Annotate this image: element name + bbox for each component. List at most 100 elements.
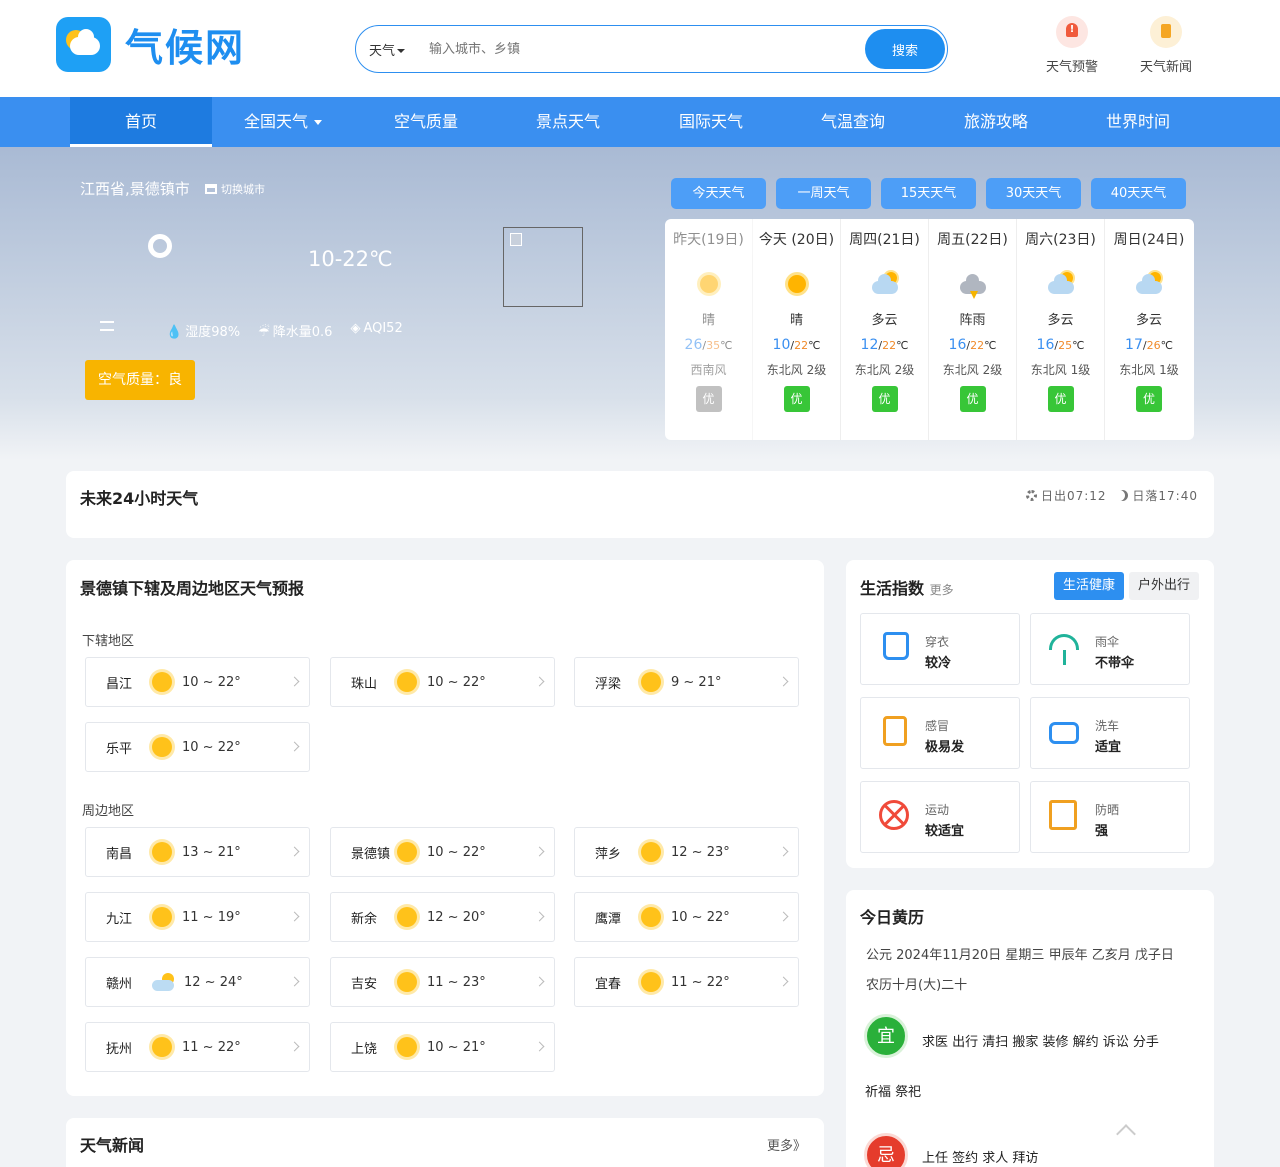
town-temp: 12 ~ 24°: [184, 974, 243, 990]
chevron-right-icon: [289, 976, 300, 987]
sunny-icon: [641, 842, 661, 862]
town-card[interactable]: 鹰潭 10 ~ 22°: [574, 892, 799, 942]
chevron-right-icon: [534, 976, 545, 987]
tab-week[interactable]: 一周天气: [776, 178, 871, 209]
nav-international-weather[interactable]: 国际天气: [640, 97, 782, 147]
chevron-down-icon: [314, 120, 322, 125]
town-card[interactable]: 昌江 10 ~ 22°: [85, 657, 310, 707]
regional-title: 景德镇下辖及周边地区天气预报: [80, 579, 305, 598]
town-card[interactable]: 吉安 11 ~ 23°: [330, 957, 555, 1007]
nav-temperature-query[interactable]: 气温查询: [782, 97, 924, 147]
life-card-sunscreen[interactable]: 防晒强: [1030, 781, 1190, 853]
town-card[interactable]: 乐平 10 ~ 22°: [85, 722, 310, 772]
cold-medicine-icon: [883, 716, 907, 746]
building-icon: [205, 184, 217, 194]
town-card[interactable]: 珠山 10 ~ 22°: [330, 657, 555, 707]
life-card-cold[interactable]: 感冒 极易发: [860, 697, 1020, 769]
town-temp: 10 ~ 22°: [182, 739, 241, 755]
chevron-right-icon: [778, 676, 789, 687]
forecast-day[interactable]: 周六(23日) 多云 16/25℃ 东北风 1级优: [1017, 219, 1105, 440]
forecast-day[interactable]: 周日(24日) 多云 17/26℃ 东北风 1级优: [1105, 219, 1193, 440]
cloudy-icon: [870, 269, 900, 299]
forecast-wind: 东北风 2级: [854, 363, 915, 377]
cloudy-icon: [1046, 269, 1076, 299]
forecast-aqi-badge: 优: [783, 386, 810, 412]
sunny-icon: [641, 972, 661, 992]
search-type-dropdown[interactable]: 天气: [369, 40, 429, 59]
town-temp: 10 ~ 22°: [182, 674, 241, 690]
town-card[interactable]: 萍乡 12 ~ 23°: [574, 827, 799, 877]
main-nav: 首页 全国天气 空气质量 景点天气 国际天气 气温查询 旅游攻略 世界时间: [0, 97, 1280, 147]
town-temp: 11 ~ 22°: [182, 1039, 241, 1055]
town-card[interactable]: 赣州 12 ~ 24°: [85, 957, 310, 1007]
nav-national-weather[interactable]: 全国天气: [212, 97, 354, 147]
town-card[interactable]: 新余 12 ~ 20°: [330, 892, 555, 942]
life-card-car-wash[interactable]: 洗车 适宜: [1030, 697, 1190, 769]
forecast-day[interactable]: 今天 (20日) 晴 10/22℃ 东北风 2级优: [753, 219, 841, 440]
life-index-panel: 生活指数 更多 生活健康 户外出行 穿衣 较冷 雨伞 不带伞 感冒 极易发 洗车 适宜 …: [846, 560, 1214, 868]
search-button[interactable]: 搜索: [865, 29, 945, 69]
forecast-day[interactable]: 周四(21日) 多云 12/22℃ 东北风 2级优: [841, 219, 929, 440]
forecast-temp: 10/22℃: [772, 337, 821, 353]
sunny-icon: [782, 269, 812, 299]
tab-30-days[interactable]: 30天天气: [986, 178, 1081, 209]
forecast-range-tabs: 今天天气 一周天气 15天天气 30天天气 40天天气: [671, 178, 1196, 209]
town-card[interactable]: 上饶 10 ~ 21°: [330, 1022, 555, 1072]
town-temp: 10 ~ 22°: [427, 844, 486, 860]
town-temp: 13 ~ 21°: [182, 844, 241, 860]
forecast-day-label: 今天 (20日): [758, 232, 835, 248]
life-card-umbrella[interactable]: 雨伞 不带伞: [1030, 613, 1190, 685]
forecast-day[interactable]: 周五(22日) 阵雨 16/22℃ 东北风 2级优: [929, 219, 1017, 440]
weather-alert-link[interactable]: 天气预警: [1037, 16, 1107, 75]
forecast-day[interactable]: 昨天(19日) 晴 26/35℃ 西南风优: [665, 219, 753, 440]
chevron-right-icon: [778, 911, 789, 922]
chevron-right-icon: [289, 1041, 300, 1052]
nav-air-quality[interactable]: 空气质量: [355, 97, 497, 147]
daily-forecast: 昨天(19日) 晴 26/35℃ 西南风优 今天 (20日) 晴 10/22℃ 东北风 2级优…: [665, 219, 1194, 440]
town-card[interactable]: 宜春 11 ~ 22°: [574, 957, 799, 1007]
switch-city-link[interactable]: 切换城市: [205, 181, 265, 197]
tab-today[interactable]: 今天天气: [671, 178, 766, 209]
town-temp: 10 ~ 21°: [427, 1039, 486, 1055]
town-temp: 12 ~ 23°: [671, 844, 730, 860]
town-name: 上饶: [351, 1041, 378, 1057]
forecast-condition: 多云: [1047, 313, 1074, 328]
nav-scenic-weather[interactable]: 景点天气: [497, 97, 639, 147]
town-card[interactable]: 抚州 11 ~ 22°: [85, 1022, 310, 1072]
sun-times: 日出07:12 日落17:40: [1025, 487, 1198, 504]
sunrise-time: 日出07:12: [1040, 489, 1107, 503]
forecast-temp: 12/22℃: [860, 337, 909, 353]
tab-15-days[interactable]: 15天天气: [881, 178, 976, 209]
aqi-value: AQI52: [363, 321, 403, 336]
sunny-icon: [397, 907, 417, 927]
forecast-wind: 东北风 1级: [1119, 363, 1179, 377]
weather-news-link[interactable]: 天气新闻: [1131, 16, 1201, 75]
solar-date: 公元 2024年11月20日 星期三 甲辰年 乙亥月 戊子日: [866, 948, 1174, 963]
life-more-link[interactable]: 更多: [930, 583, 954, 597]
air-quality-button[interactable]: 空气质量：良: [85, 360, 195, 400]
search-input[interactable]: [429, 41, 849, 57]
town-temp: 12 ~ 20°: [427, 909, 486, 925]
town-card[interactable]: 九江 11 ~ 19°: [85, 892, 310, 942]
town-card[interactable]: 浮梁 9 ~ 21°: [574, 657, 799, 707]
life-card-sport[interactable]: 运动 较适宜: [860, 781, 1020, 853]
life-card-clothing[interactable]: 穿衣 较冷: [860, 613, 1020, 685]
town-card[interactable]: 南昌 13 ~ 21°: [85, 827, 310, 877]
forecast-temp: 16/25℃: [1036, 337, 1085, 353]
nav-travel-guide[interactable]: 旅游攻略: [925, 97, 1067, 147]
news-more-link[interactable]: 更多》: [767, 1135, 806, 1154]
nav-world-time[interactable]: 世界时间: [1067, 97, 1209, 147]
site-logo[interactable]: 气候网: [56, 17, 245, 72]
sunny-icon: [397, 1037, 417, 1057]
tab-life-health[interactable]: 生活健康: [1054, 572, 1125, 600]
logo-weather-icon: [56, 17, 111, 72]
town-card[interactable]: 景德镇 10 ~ 22°: [330, 827, 555, 877]
nav-home[interactable]: 首页: [70, 97, 212, 147]
forecast-condition: 阵雨: [959, 313, 986, 328]
tab-outdoor-travel[interactable]: 户外出行: [1129, 572, 1200, 600]
forecast-condition: 多云: [871, 313, 898, 328]
tab-40-days[interactable]: 40天天气: [1091, 178, 1186, 209]
forecast-day-label: 周日(24日): [1113, 232, 1185, 248]
car-icon: [1049, 722, 1079, 744]
forecast-aqi-badge: 优: [871, 386, 898, 412]
